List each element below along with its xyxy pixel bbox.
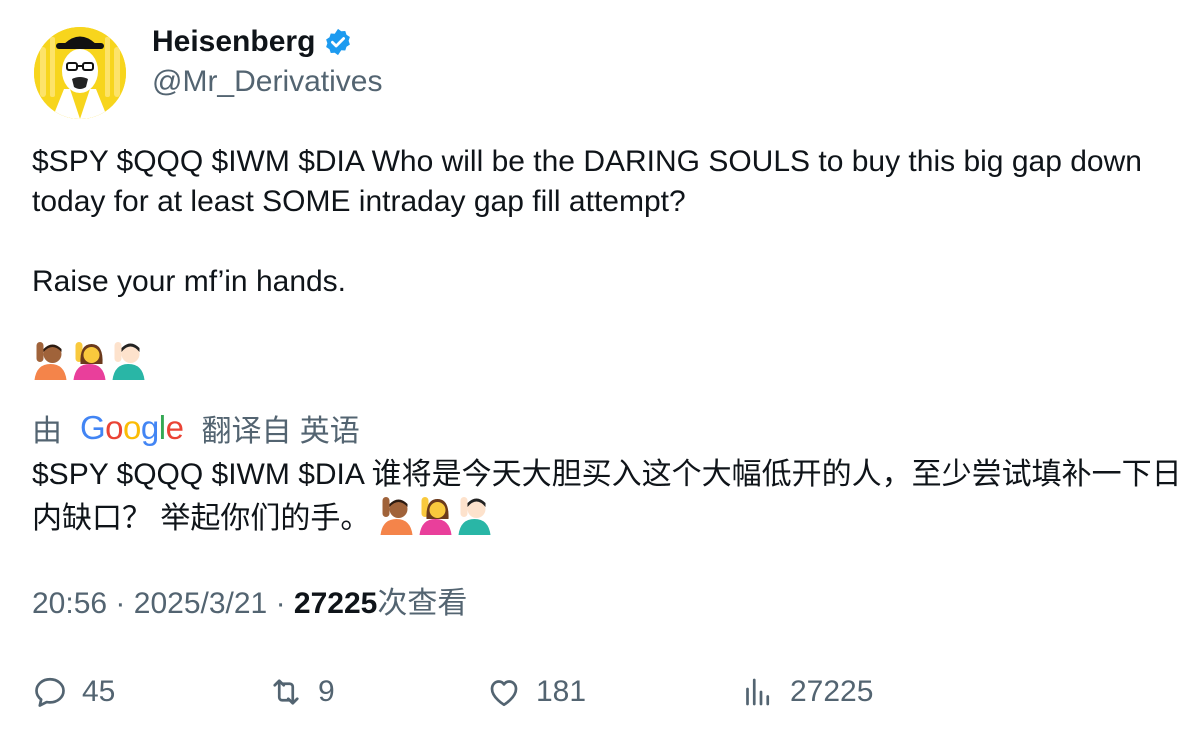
tweet-emoji-row [32, 340, 147, 380]
man-raising-hand-icon [112, 342, 145, 380]
meta-separator: · [275, 587, 286, 620]
translation-label[interactable]: 翻译自 英语 [201, 406, 359, 450]
reply-icon [35, 677, 65, 707]
view-count: 27225 [293, 587, 378, 620]
translation-prefix: 由 [32, 415, 62, 448]
translated-text: $SPY $QQQ $IWM $DIA 谁将是今天大胆买入这个大幅低开的人，至少… [32, 458, 1182, 535]
woman-raising-hand-icon [419, 497, 452, 535]
avatar-image [34, 27, 126, 119]
retweet-button[interactable]: 9 [268, 670, 335, 714]
translation-attribution: 由 Google 翻译自 英语 [32, 406, 360, 450]
like-button[interactable]: 181 [486, 670, 586, 714]
bar-chart-icon [746, 678, 770, 706]
retweet-icon [273, 679, 299, 705]
retweet-count: 9 [318, 675, 335, 708]
reply-count: 45 [82, 675, 116, 708]
view-count-label: 次查看 [377, 587, 468, 620]
avatar[interactable] [34, 27, 126, 119]
action-bar: 45 9 181 27225 [0, 670, 1196, 714]
tweet-meta: 20:56 · 2025/3/21 · 27225次查看 [32, 584, 467, 624]
tweet-time[interactable]: 20:56 [32, 587, 107, 620]
display-name[interactable]: Heisenberg [152, 22, 315, 62]
display-name-row[interactable]: Heisenberg [152, 22, 353, 62]
meta-separator: · [115, 587, 126, 620]
person-raising-hand-icon [34, 342, 67, 380]
user-handle[interactable]: @Mr_Derivatives [152, 62, 383, 102]
heart-icon [490, 680, 518, 707]
views-count: 27225 [790, 675, 874, 708]
translated-text-block: $SPY $QQQ $IWM $DIA 谁将是今天大胆买入这个大幅低开的人，至少… [32, 455, 1182, 539]
tweet-date[interactable]: 2025/3/21 [134, 587, 267, 620]
woman-raising-hand-icon [73, 342, 106, 380]
like-count: 181 [536, 675, 587, 708]
reply-button[interactable]: 45 [32, 670, 115, 714]
views-button[interactable]: 27225 [740, 670, 873, 714]
verified-badge-icon [326, 28, 351, 56]
person-raising-hand-icon [380, 497, 413, 535]
man-raising-hand-icon [458, 497, 491, 535]
google-logo: Google [80, 409, 184, 446]
tweet-text: $SPY $QQQ $IWM $DIA Who will be the DARI… [32, 145, 1142, 298]
translated-emoji-row [378, 495, 493, 535]
